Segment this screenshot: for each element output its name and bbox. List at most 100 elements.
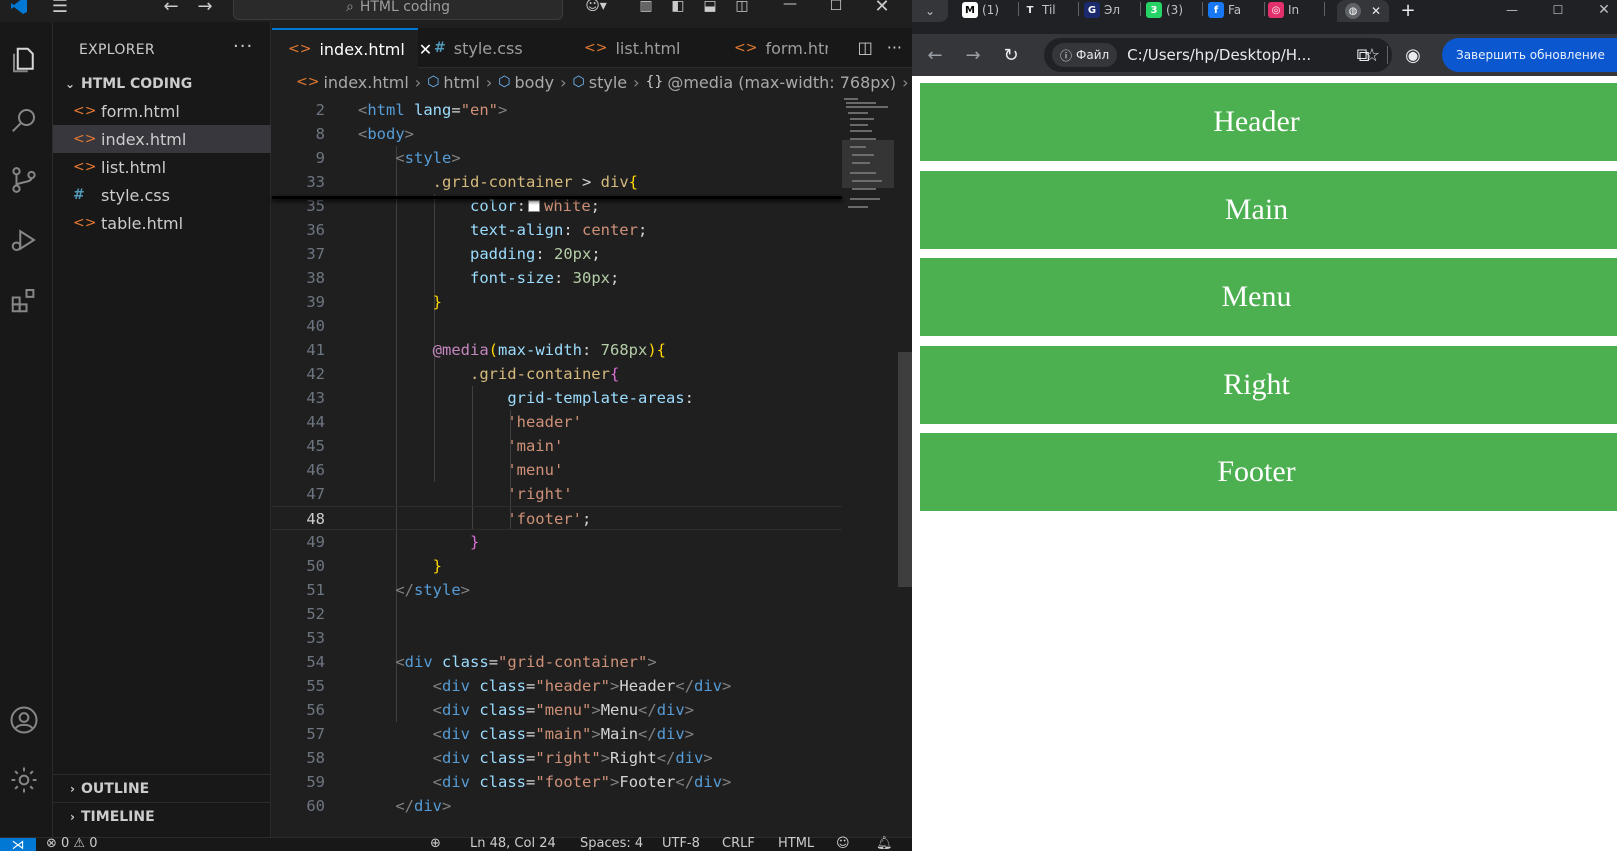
code-line[interactable]: 42 .grid-container{ [272, 362, 842, 386]
file-item-table-html[interactable]: <> table.html [53, 209, 271, 237]
line-ending[interactable]: CRLF [722, 836, 755, 851]
settings-gear-icon[interactable] [0, 756, 48, 804]
tab-style-css[interactable]: # style.css [418, 28, 568, 68]
code-line[interactable]: 37 padding: 20px; [272, 242, 842, 266]
browser-tab[interactable]: f Fa [1208, 0, 1241, 20]
back-arrow-icon[interactable]: ← [160, 0, 182, 17]
code-line[interactable]: 8 <body> [272, 122, 842, 146]
cursor-position[interactable]: Ln 48, Col 24 [470, 836, 556, 851]
source-control-icon[interactable] [0, 156, 48, 204]
close-tab-icon[interactable]: ✕ [1371, 4, 1381, 18]
browser-tab[interactable]: ◎ In [1268, 0, 1299, 20]
file-item-style-css[interactable]: # style.css [53, 181, 271, 209]
command-center-search[interactable]: ⌕ HTML coding [233, 0, 563, 20]
vertical-scrollbar[interactable] [898, 352, 912, 587]
browser-tab-active[interactable]: ◍ ✕ [1337, 0, 1390, 22]
indentation[interactable]: Spaces: 4 [580, 836, 643, 851]
file-item-list-html[interactable]: <> list.html [53, 153, 271, 181]
code-line[interactable]: 58 <div class="right">Right</div> [272, 746, 842, 770]
minimize-icon[interactable]: — [780, 0, 800, 14]
breadcrumb-item[interactable]: html [443, 73, 479, 92]
code-line[interactable]: 55 <div class="header">Header</div> [272, 674, 842, 698]
copilot-status-icon[interactable]: ☺ [836, 836, 850, 851]
code-line[interactable]: 9 <style> [272, 146, 842, 170]
code-line[interactable]: 39 } [272, 290, 842, 314]
copilot-icon[interactable]: ☺▾ [578, 0, 614, 16]
back-arrow-icon[interactable]: ← [922, 42, 948, 68]
code-line[interactable]: 46 'menu' [272, 458, 842, 482]
code-line[interactable]: 45 'main' [272, 434, 842, 458]
forward-arrow-icon[interactable]: → [960, 42, 986, 68]
minimap-slider[interactable] [842, 140, 894, 188]
code-line[interactable]: 57 <div class="main">Main</div> [272, 722, 842, 746]
maximize-icon[interactable]: ☐ [1548, 0, 1568, 20]
code-line[interactable]: 47 'right' [272, 482, 842, 506]
tab-list-html[interactable]: <> list.html [568, 28, 718, 68]
minimap[interactable] [842, 98, 894, 218]
code-line[interactable]: 51 </style> [272, 578, 842, 602]
browser-tab[interactable]: 3 (3) [1146, 0, 1183, 20]
file-item-index-html[interactable]: <> index.html [53, 125, 271, 153]
code-line[interactable]: 54 <div class="grid-container"> [272, 650, 842, 674]
outline-section[interactable]: › OUTLINE [53, 776, 271, 802]
search-icon[interactable] [0, 96, 48, 144]
breadcrumb-item[interactable]: @media (max-width: 768px) [667, 73, 896, 92]
code-line[interactable]: 48 'footer'; [272, 506, 842, 530]
finish-update-button[interactable]: Завершить обновление [1442, 38, 1617, 72]
maximize-icon[interactable]: ☐ [826, 0, 846, 16]
tab-index-html[interactable]: <> index.html ✕ [272, 28, 432, 68]
minimize-icon[interactable]: — [1502, 0, 1522, 20]
profile-avatar-icon[interactable]: ◉ [1400, 42, 1426, 68]
more-actions-icon[interactable]: ··· [887, 38, 902, 57]
breadcrumb-item[interactable]: style [589, 73, 627, 92]
code-line[interactable]: 53 [272, 626, 842, 650]
code-editor[interactable]: 2 <html lang="en"> 8 <body> 9 <style> 33 .gri… [272, 98, 842, 833]
more-actions-icon[interactable]: ··· [233, 36, 253, 57]
code-line[interactable]: 44 'header' [272, 410, 842, 434]
accounts-icon[interactable] [0, 696, 48, 744]
remote-icon[interactable]: ⋊ [0, 838, 36, 851]
code-line[interactable]: 52 [272, 602, 842, 626]
code-line[interactable]: 2 <html lang="en"> [272, 98, 842, 122]
code-line[interactable]: 59 <div class="footer">Footer</div> [272, 770, 842, 794]
extensions-puzzle-icon[interactable]: ⧉ [1350, 42, 1376, 68]
breadcrumb-item[interactable]: index.html [323, 73, 408, 92]
code-line[interactable]: 49 } [272, 530, 842, 554]
explorer-icon[interactable] [0, 36, 48, 84]
close-window-icon[interactable]: ✕ [1594, 0, 1614, 20]
url-text[interactable]: C:/Users/hp/Desktop/H... [1127, 46, 1311, 64]
code-line[interactable]: 43 grid-template-areas: [272, 386, 842, 410]
notifications-bell-icon[interactable]: 🔔︎ [876, 836, 893, 851]
folder-html-coding[interactable]: ⌄ HTML CODING [53, 71, 271, 97]
file-item-form-html[interactable]: <> form.html [53, 97, 271, 125]
customize-layout-icon[interactable]: ▥ [636, 0, 656, 16]
problems-indicator[interactable]: ⊗ 0 ⚠ 0 [46, 836, 98, 851]
code-line[interactable]: 60 </div> [272, 794, 842, 818]
close-window-icon[interactable]: ✕ [872, 0, 892, 17]
timeline-section[interactable]: › TIMELINE [53, 804, 271, 830]
code-line[interactable]: 36 text-align: center; [272, 218, 842, 242]
browser-tab[interactable]: G Эл [1084, 0, 1120, 20]
new-tab-plus-icon[interactable]: + [1398, 0, 1418, 21]
reload-icon[interactable]: ↻ [998, 42, 1024, 68]
code-line[interactable]: 50 } [272, 554, 842, 578]
breadcrumb-item[interactable]: body [515, 73, 555, 92]
language-mode[interactable]: HTML [778, 836, 814, 851]
tab-form-html[interactable]: <> form.htr [718, 28, 828, 68]
forward-arrow-icon[interactable]: → [194, 0, 216, 17]
toggle-panel-icon[interactable]: ⬓ [700, 0, 720, 16]
toggle-sidebar-icon[interactable]: ◧ [668, 0, 688, 16]
code-line[interactable]: 41 @media(max-width: 768px){ [272, 338, 842, 362]
site-info-chip[interactable]: ⓘ Файл [1052, 43, 1118, 67]
browser-tab[interactable]: M (1) [962, 0, 999, 20]
address-bar[interactable]: ⓘ Файл C:/Users/hp/Desktop/H... ☆ [1044, 38, 1392, 72]
code-line[interactable]: 56 <div class="menu">Menu</div> [272, 698, 842, 722]
code-line[interactable]: 40 [272, 314, 842, 338]
tab-search-chevron-down-icon[interactable]: ⌄ [912, 0, 948, 22]
code-line[interactable]: 38 font-size: 30px; [272, 266, 842, 290]
code-line[interactable]: 33 .grid-container > div{ [272, 170, 842, 194]
extensions-icon[interactable] [0, 276, 48, 324]
toggle-secondary-sidebar-icon[interactable]: ◫ [732, 0, 752, 16]
zoom-icon[interactable]: ⊕ [430, 836, 441, 851]
encoding[interactable]: UTF-8 [662, 836, 700, 851]
